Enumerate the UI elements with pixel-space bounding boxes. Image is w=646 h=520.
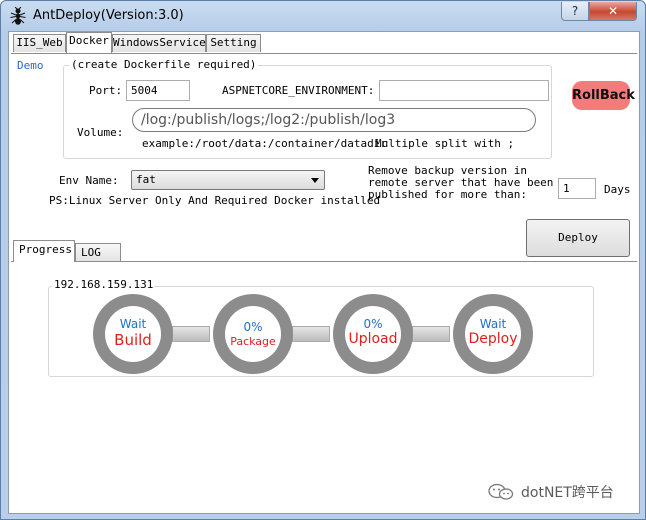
step-deploy: Wait Deploy	[453, 294, 533, 374]
help-button[interactable]: ?	[561, 2, 589, 21]
deploy-button[interactable]: Deploy	[526, 219, 630, 257]
title-bar[interactable]: AntDeploy(Version:3.0) ? ✕	[1, 1, 645, 31]
step-package-label: Package	[230, 335, 276, 348]
aspnetcore-env-input[interactable]	[379, 80, 549, 101]
docker-settings-group: Port: 5004 ASPNETCORE_ENVIRONMENT: Volum…	[63, 65, 552, 159]
chevron-down-icon	[311, 178, 319, 183]
step-deploy-status: Wait	[479, 317, 507, 331]
tab-progress[interactable]: Progress	[13, 240, 75, 262]
demo-link[interactable]: Demo	[17, 59, 44, 72]
env-name-select[interactable]: fat	[131, 170, 325, 190]
step-upload-label: Upload	[348, 331, 398, 347]
close-button[interactable]: ✕	[589, 2, 637, 21]
tab-log[interactable]: LOG	[75, 243, 121, 262]
step-package: 0% Package	[213, 294, 293, 374]
step-build-status: Wait	[119, 317, 147, 331]
volume-label: Volume:	[77, 126, 124, 139]
tab-windows-service[interactable]: WindowsService	[112, 34, 206, 52]
step-upload: 0% Upload	[333, 294, 413, 374]
ant-icon	[10, 7, 26, 25]
step-deploy-label: Deploy	[468, 331, 518, 347]
step-package-status: 0%	[243, 320, 263, 334]
backup-text-line3: published for more than:	[368, 188, 527, 201]
backup-days-input[interactable]: 1	[558, 178, 596, 199]
volume-hint-split: Multiple split with ;	[375, 137, 515, 150]
group-legend: (create Dockerfile required)	[69, 58, 259, 71]
env-name-label: Env Name:	[59, 174, 119, 187]
window-title: AntDeploy(Version:3.0)	[33, 8, 184, 23]
wechat-icon	[488, 483, 514, 500]
port-label: Port:	[89, 84, 123, 97]
days-label: Days	[604, 183, 631, 196]
server-ip: 192.168.159.131	[52, 278, 156, 291]
env-name-value: fat	[136, 173, 156, 186]
rollback-button[interactable]: RollBack	[572, 81, 635, 110]
port-input[interactable]: 5004	[126, 80, 190, 101]
client-area: IIS_Web Docker WindowsService Setting De…	[8, 31, 640, 514]
step-build: Wait Build	[93, 294, 173, 374]
tab-setting[interactable]: Setting	[206, 34, 261, 52]
app-window: AntDeploy(Version:3.0) ? ✕ IIS_Web Docke…	[0, 0, 646, 520]
watermark-text: dotNET跨平台	[521, 485, 614, 501]
step-build-label: Build	[114, 331, 152, 349]
volume-hint-example: example:/root/data:/container/datadir	[142, 137, 388, 150]
volume-input[interactable]: /log:/publish/logs;/log2:/publish/log3	[132, 108, 536, 132]
docker-tab-panel: Demo Port: 5004 ASPNETCORE_ENVIRONMENT: …	[11, 53, 637, 240]
tab-docker[interactable]: Docker	[66, 32, 112, 53]
aspnetcore-env-label: ASPNETCORE_ENVIRONMENT:	[222, 84, 375, 97]
ps-note: PS:Linux Server Only And Required Docker…	[49, 194, 381, 207]
tab-iis-web[interactable]: IIS_Web	[13, 34, 66, 52]
step-upload-status: 0%	[363, 317, 383, 331]
